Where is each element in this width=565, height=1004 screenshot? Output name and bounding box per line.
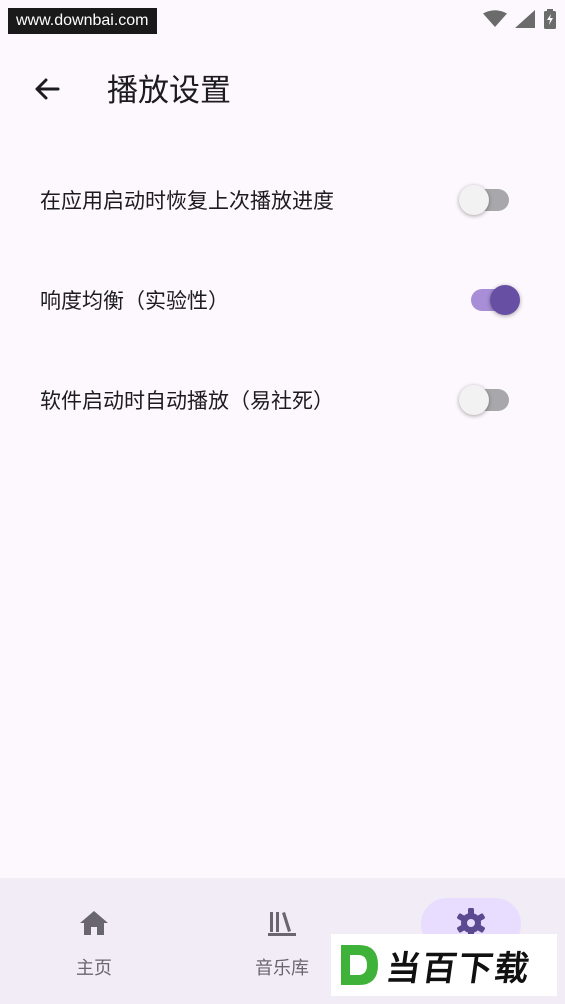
logo-d-icon bbox=[335, 942, 381, 988]
loudness-normalization-switch[interactable] bbox=[471, 285, 520, 315]
home-icon bbox=[77, 906, 111, 940]
screen: www.downbai.com 播放设置 在应用启动时恢复上次播放进度 响度均衡… bbox=[0, 0, 565, 1004]
setting-row-loudness-normalization[interactable]: 响度均衡（实验性） bbox=[0, 250, 565, 350]
autoplay-on-launch-switch[interactable] bbox=[459, 385, 509, 415]
back-button[interactable] bbox=[22, 66, 72, 116]
signal-icon bbox=[515, 10, 535, 32]
watermark-logo: 当百下载 bbox=[331, 934, 557, 996]
logo-text: 当百下载 bbox=[383, 948, 534, 989]
switch-thumb bbox=[459, 385, 489, 415]
site-watermark: www.downbai.com bbox=[8, 8, 157, 34]
top-app-bar: 播放设置 bbox=[0, 50, 565, 130]
status-icons bbox=[483, 9, 557, 33]
switch-thumb bbox=[490, 285, 520, 315]
setting-label: 在应用启动时恢复上次播放进度 bbox=[40, 189, 334, 213]
setting-label: 软件启动时自动播放（易社死） bbox=[40, 389, 334, 413]
nav-label: 主页 bbox=[76, 958, 112, 979]
settings-list: 在应用启动时恢复上次播放进度 响度均衡（实验性） 软件启动时自动播放（易社死） bbox=[0, 150, 565, 450]
setting-label: 响度均衡（实验性） bbox=[40, 289, 229, 313]
setting-row-restore-progress[interactable]: 在应用启动时恢复上次播放进度 bbox=[0, 150, 565, 250]
switch-thumb bbox=[459, 185, 489, 215]
restore-progress-switch[interactable] bbox=[459, 185, 509, 215]
wifi-icon bbox=[483, 10, 507, 32]
page-title: 播放设置 bbox=[107, 73, 231, 109]
library-icon bbox=[265, 906, 299, 940]
nav-item-home[interactable]: 主页 bbox=[0, 878, 188, 1004]
status-bar: www.downbai.com bbox=[0, 0, 565, 40]
battery-charging-icon bbox=[543, 9, 557, 33]
arrow-left-icon bbox=[33, 75, 61, 107]
setting-row-autoplay-on-launch[interactable]: 软件启动时自动播放（易社死） bbox=[0, 350, 565, 450]
